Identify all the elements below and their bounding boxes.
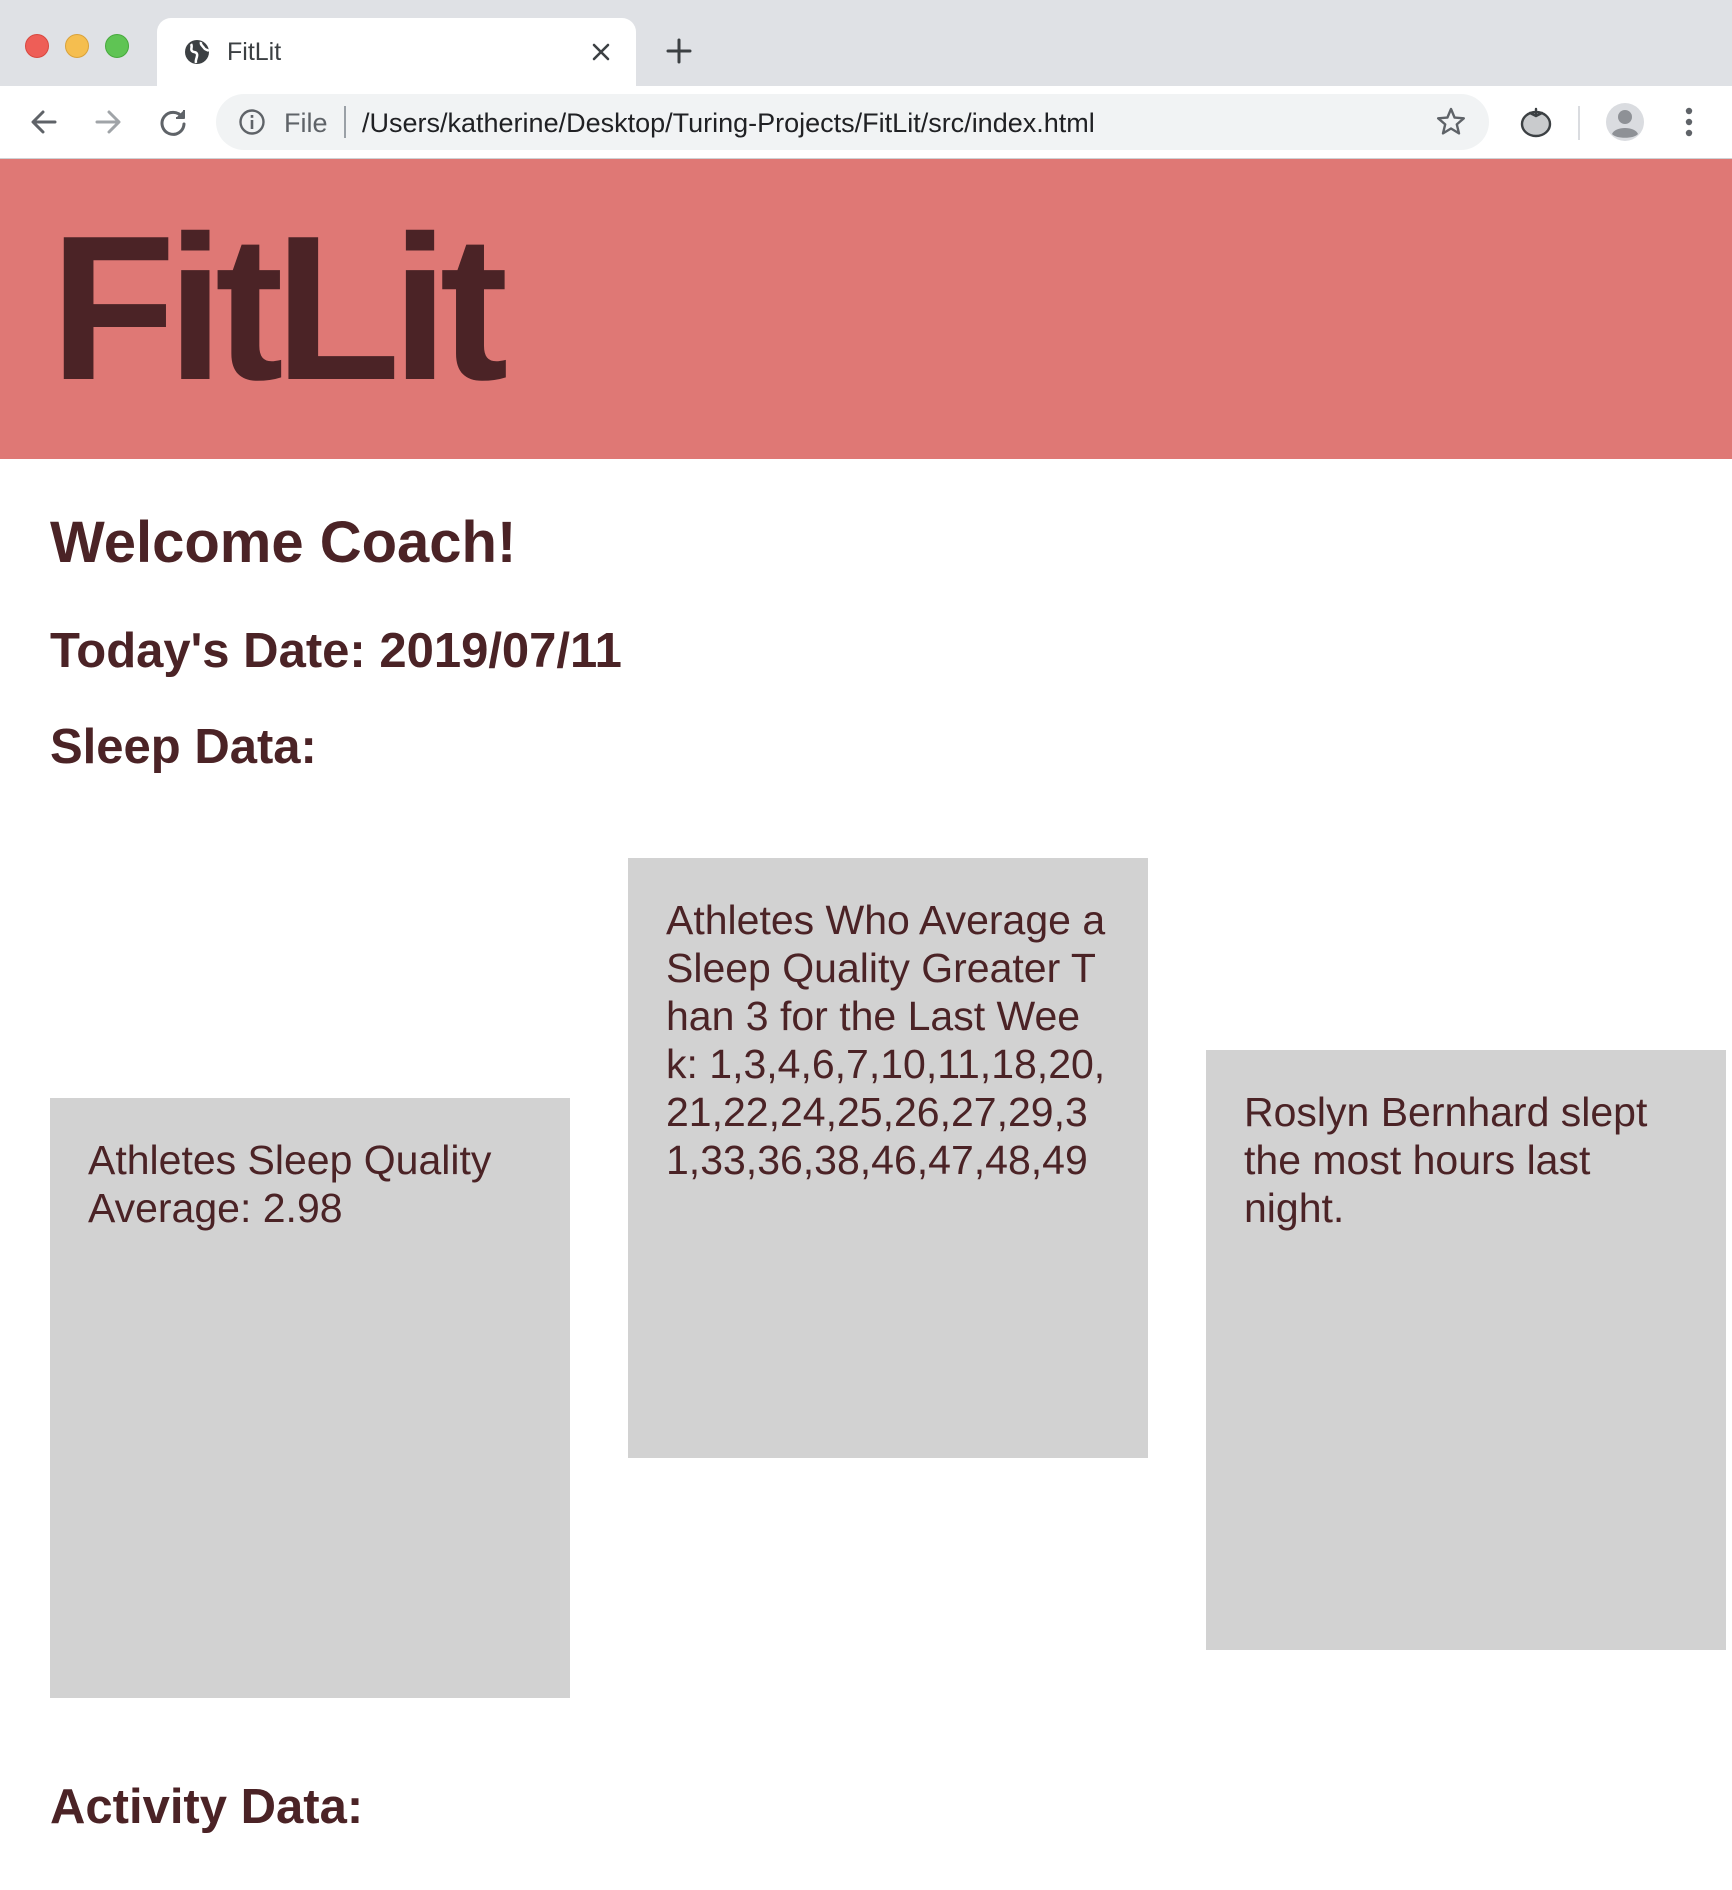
divider (344, 106, 346, 138)
todays-date: Today's Date: 2019/07/11 (50, 624, 622, 678)
card-text: Roslyn Bernhard slept the most hours las… (1244, 1089, 1648, 1231)
kebab-menu-icon[interactable] (1667, 100, 1711, 144)
tomato-extension-icon[interactable] (1514, 100, 1558, 144)
browser-toolbar: File /Users/katherine/Desktop/Turing-Pro… (0, 86, 1732, 159)
arrow-right-icon[interactable] (86, 100, 130, 144)
sleep-data-heading: Sleep Data: (50, 720, 317, 774)
divider (1578, 106, 1580, 140)
tab-fitlit[interactable]: FitLit (157, 18, 636, 86)
browser-chrome: FitLit File /Users/katherine/Desktop/Tur… (0, 0, 1732, 159)
avatar-icon[interactable] (1603, 100, 1647, 144)
tab-strip: FitLit (0, 0, 1732, 86)
close-icon[interactable] (584, 35, 618, 69)
address-bar[interactable]: File /Users/katherine/Desktop/Turing-Pro… (216, 94, 1489, 150)
url-text[interactable]: /Users/katherine/Desktop/Turing-Projects… (362, 108, 1095, 139)
reload-icon[interactable] (151, 100, 195, 144)
close-window-button[interactable] (25, 34, 49, 58)
plus-icon[interactable] (660, 32, 698, 70)
card-text: Athletes Who Average a Sleep Quality Gre… (666, 897, 1106, 1183)
welcome-heading: Welcome Coach! (50, 510, 517, 575)
url-scheme-label: File (284, 108, 328, 138)
page-viewport: FitLit Welcome Coach! Today's Date: 2019… (0, 159, 1732, 1890)
most-hours-slept-card: Roslyn Bernhard slept the most hours las… (1206, 1050, 1726, 1650)
site-logo: FitLit (50, 193, 508, 423)
arrow-left-icon[interactable] (22, 100, 66, 144)
high-sleep-quality-athletes-card: Athletes Who Average a Sleep Quality Gre… (628, 858, 1148, 1458)
info-icon[interactable] (238, 108, 266, 136)
sleep-quality-average-card: Athletes Sleep Quality Average: 2.98 (50, 1098, 570, 1698)
minimize-window-button[interactable] (65, 34, 89, 58)
site-header: FitLit (0, 159, 1732, 459)
star-icon[interactable] (1435, 106, 1467, 138)
maximize-window-button[interactable] (105, 34, 129, 58)
tab-title: FitLit (227, 38, 282, 66)
globe-icon (183, 38, 211, 66)
card-text: Athletes Sleep Quality Average: 2.98 (88, 1137, 492, 1231)
activity-data-heading: Activity Data: (50, 1780, 364, 1834)
